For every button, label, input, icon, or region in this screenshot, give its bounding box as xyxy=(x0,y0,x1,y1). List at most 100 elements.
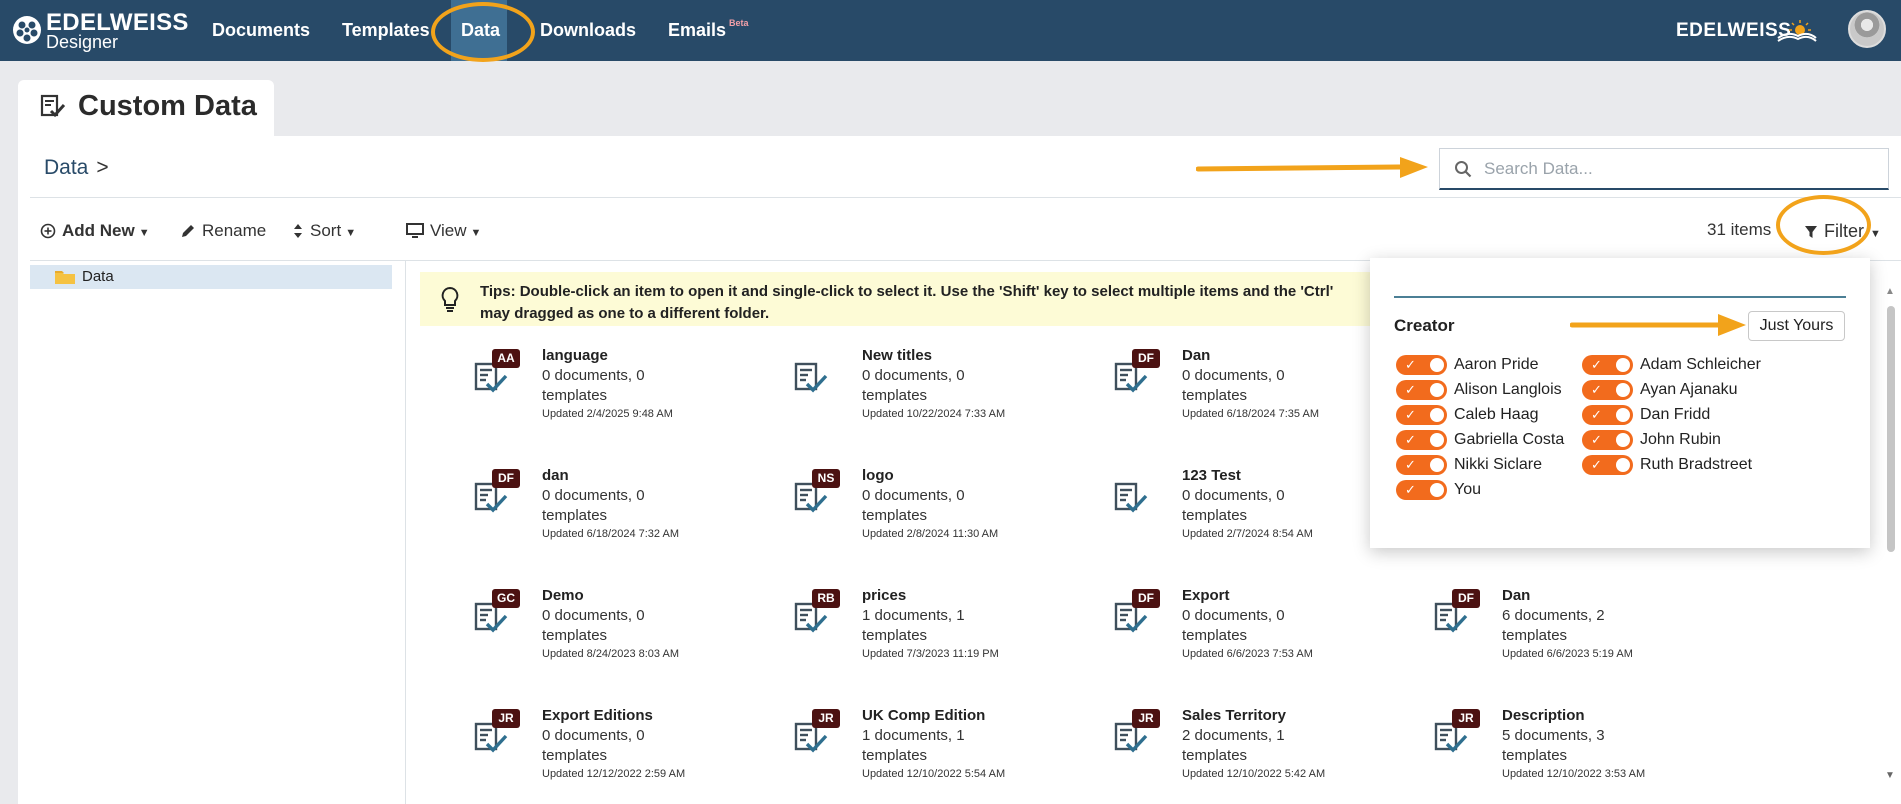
chevron-down-icon: ▼ xyxy=(1870,228,1881,240)
creator-toggle-switch[interactable]: ✓ xyxy=(1396,380,1447,400)
item-updated: Updated 12/10/2022 5:42 AM xyxy=(1182,768,1326,780)
filter-label: Filter xyxy=(1824,221,1864,241)
tips-line: may dragged as one to a different folder… xyxy=(480,305,770,322)
data-item-card[interactable]: JR Sales Territory 2 documents, 1 template… xyxy=(1114,707,1404,797)
item-counts: 0 documents, 0 templates xyxy=(542,487,645,524)
data-item-card[interactable]: New titles 0 documents, 0 templates Update… xyxy=(794,347,1084,437)
user-avatar[interactable] xyxy=(1848,10,1886,48)
add-new-button[interactable]: Add New ▼ xyxy=(40,216,150,246)
breadcrumb: Data > xyxy=(44,156,109,180)
creator-initials-badge: GC xyxy=(492,589,520,608)
item-updated: Updated 2/4/2025 9:48 AM xyxy=(542,408,673,420)
data-item-card[interactable]: DF dan 0 documents, 0 templates Updated 6/1… xyxy=(474,467,764,557)
chevron-down-icon: ▼ xyxy=(345,227,357,239)
monitor-icon xyxy=(406,223,424,238)
data-item-card[interactable]: AA language 0 documents, 0 templates Update… xyxy=(474,347,764,437)
scroll-down-arrow[interactable]: ▼ xyxy=(1885,770,1895,781)
creator-toggle-switch[interactable]: ✓ xyxy=(1396,455,1447,475)
creator-name: You xyxy=(1454,481,1481,498)
filter-funnel-icon xyxy=(1805,226,1817,238)
sort-icon xyxy=(294,224,302,238)
sort-button[interactable]: Sort ▼ xyxy=(292,216,356,246)
data-item-card[interactable]: DF Export 0 documents, 0 templates Updated … xyxy=(1114,587,1404,677)
tree-item-data[interactable]: Data xyxy=(30,265,392,289)
item-updated: Updated 2/7/2024 8:54 AM xyxy=(1182,528,1313,540)
add-new-label: Add New xyxy=(62,221,135,240)
item-updated: Updated 2/8/2024 11:30 AM xyxy=(862,528,999,540)
creator-initials-badge: JR xyxy=(812,709,840,728)
item-updated: Updated 6/18/2024 7:35 AM xyxy=(1182,408,1319,420)
creator-toggle-switch[interactable]: ✓ xyxy=(1582,380,1633,400)
folder-icon xyxy=(55,271,75,284)
check-icon: ✓ xyxy=(1405,357,1416,372)
edelweiss-flower-icon xyxy=(13,16,41,44)
data-item-card[interactable]: RB prices 1 documents, 1 templates Updated … xyxy=(794,587,1084,677)
check-icon: ✓ xyxy=(1405,482,1416,497)
data-item-card[interactable]: DF Dan 6 documents, 2 templates Updated 6/6… xyxy=(1434,587,1724,677)
tips-text: Tips: Double-click an item to open it an… xyxy=(480,281,1410,325)
creator-initials-badge: AA xyxy=(492,349,520,368)
sunrise-book-icon xyxy=(1777,20,1817,42)
pencil-icon xyxy=(182,225,194,237)
toggle-knob xyxy=(1430,358,1444,372)
nav-emails-label: Emails xyxy=(668,20,727,40)
item-counts: 0 documents, 0 templates xyxy=(1182,487,1285,524)
edelweiss-designer-logo[interactable]: EDELWEISS Designer xyxy=(12,9,188,53)
item-name: language xyxy=(542,347,608,364)
view-button[interactable]: View ▼ xyxy=(406,216,481,246)
item-name: Sales Territory xyxy=(1182,707,1286,724)
item-updated: Updated 12/10/2022 3:53 AM xyxy=(1502,768,1646,780)
data-item-card[interactable]: GC Demo 0 documents, 0 templates Updated 8/… xyxy=(474,587,764,677)
creator-toggle-switch[interactable]: ✓ xyxy=(1582,355,1633,375)
creator-toggle-switch[interactable]: ✓ xyxy=(1396,405,1447,425)
nav-downloads[interactable]: Downloads xyxy=(530,0,646,61)
toggle-knob xyxy=(1616,358,1630,372)
item-name: 123 Test xyxy=(1182,467,1241,484)
item-counts: 0 documents, 0 templates xyxy=(1182,367,1285,404)
page-title-tab: Custom Data xyxy=(18,80,274,137)
nav-documents[interactable]: Documents xyxy=(202,0,320,61)
item-name: Dan xyxy=(1502,587,1531,604)
item-counts: 0 documents, 0 templates xyxy=(542,607,645,644)
check-icon: ✓ xyxy=(1405,432,1416,447)
rename-button[interactable]: Rename xyxy=(180,216,266,246)
toggle-knob xyxy=(1616,383,1630,397)
data-item-card[interactable]: JR UK Comp Edition 1 documents, 1 template… xyxy=(794,707,1084,797)
creator-toggle-switch[interactable]: ✓ xyxy=(1396,355,1447,375)
top-nav-bar: EDELWEISS Designer Documents Templates D… xyxy=(0,0,1901,61)
nav-emails[interactable]: Emails Beta xyxy=(658,0,759,61)
creator-name: Caleb Haag xyxy=(1454,406,1539,423)
search-input[interactable] xyxy=(1484,157,1864,181)
data-item-card[interactable]: JR Description 5 documents, 3 templates Upd… xyxy=(1434,707,1724,797)
nav-data[interactable]: Data xyxy=(451,0,507,61)
check-icon: ✓ xyxy=(1405,407,1416,422)
sort-label: Sort xyxy=(310,221,342,240)
folder-tree: Data xyxy=(30,261,406,804)
creator-name: John Rubin xyxy=(1640,431,1721,448)
data-item-card[interactable]: DF Dan 0 documents, 0 templates Updated 6/1… xyxy=(1114,347,1404,437)
creator-toggle-switch[interactable]: ✓ xyxy=(1582,455,1633,475)
breadcrumb-data[interactable]: Data xyxy=(44,156,88,179)
creator-toggle-switch[interactable]: ✓ xyxy=(1396,480,1447,500)
items-count: 31 items xyxy=(1707,220,1772,239)
creator-toggle-switch[interactable]: ✓ xyxy=(1582,405,1633,425)
nav-templates[interactable]: Templates xyxy=(332,0,440,61)
item-name: Export xyxy=(1182,587,1230,604)
creator-toggle-switch[interactable]: ✓ xyxy=(1396,430,1447,450)
data-item-card[interactable]: 123 Test 0 documents, 0 templates Updated … xyxy=(1114,467,1404,557)
creator-initials-badge: NS xyxy=(812,469,840,488)
toggle-knob xyxy=(1430,458,1444,472)
item-counts: 0 documents, 0 templates xyxy=(542,727,645,764)
just-yours-button[interactable]: Just Yours xyxy=(1748,311,1845,341)
vertical-scrollbar[interactable] xyxy=(1887,306,1895,552)
data-item-card[interactable]: NS logo 0 documents, 0 templates Updated 2/… xyxy=(794,467,1084,557)
scroll-up-arrow[interactable]: ▲ xyxy=(1885,286,1895,297)
item-name: dan xyxy=(542,467,569,484)
item-counts: 0 documents, 0 templates xyxy=(862,487,965,524)
creator-name: Aaron Pride xyxy=(1454,356,1539,373)
creator-toggle-switch[interactable]: ✓ xyxy=(1582,430,1633,450)
check-icon: ✓ xyxy=(1591,382,1602,397)
data-item-card[interactable]: JR Export Editions 0 documents, 0 template… xyxy=(474,707,764,797)
item-updated: Updated 6/18/2024 7:32 AM xyxy=(542,528,679,540)
filter-button[interactable]: Filter ▼ xyxy=(1804,216,1881,246)
